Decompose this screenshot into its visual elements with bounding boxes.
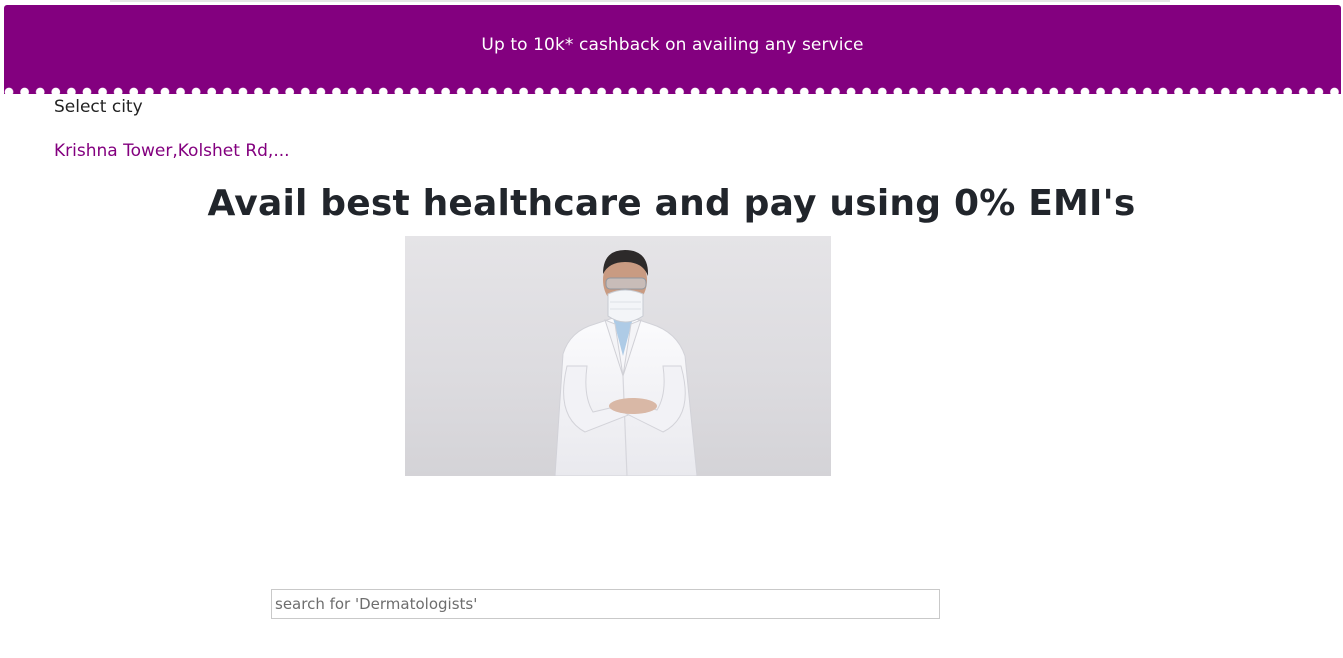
page: Up to 10k* cashback on availing any serv… bbox=[0, 0, 1343, 658]
current-location-link[interactable]: Krishna Tower,Kolshet Rd,... bbox=[54, 141, 290, 161]
doctor-photo bbox=[554, 250, 698, 476]
promo-banner[interactable]: Up to 10k* cashback on availing any serv… bbox=[4, 5, 1341, 94]
top-divider bbox=[110, 0, 1170, 2]
hero-image bbox=[405, 236, 831, 476]
promo-text: Up to 10k* cashback on availing any serv… bbox=[481, 35, 864, 55]
page-title: Avail best healthcare and pay using 0% E… bbox=[207, 183, 1136, 224]
perforated-edge bbox=[4, 82, 1341, 94]
select-city-label: Select city bbox=[54, 97, 143, 117]
search-input[interactable] bbox=[271, 589, 940, 619]
